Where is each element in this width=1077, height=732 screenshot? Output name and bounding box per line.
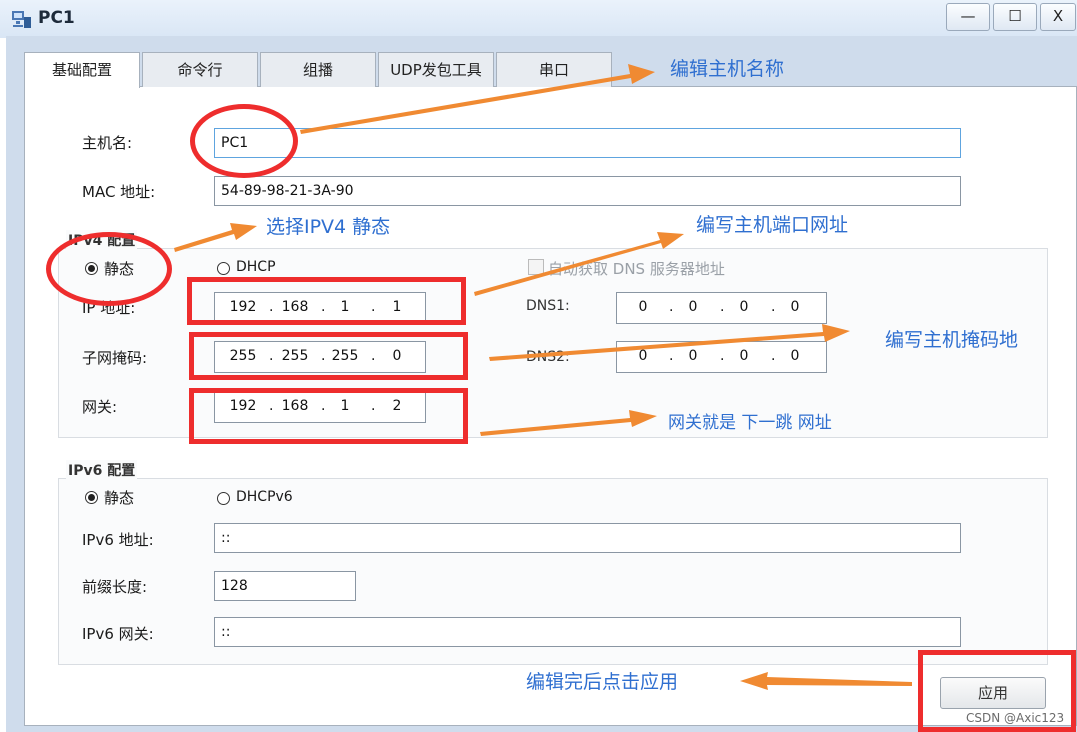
- arrow-static: [174, 223, 257, 252]
- tab-basic-config[interactable]: 基础配置: [24, 52, 140, 88]
- annotation-write-ip: 编写主机端口网址: [696, 214, 849, 236]
- annotation-select-static: 选择IPV4 静态: [266, 216, 391, 238]
- arrow-apply: [740, 672, 912, 690]
- arrow-hostname: [300, 64, 655, 134]
- arrow-mask: [489, 324, 850, 361]
- annotation-edit-hostname: 编辑主机名称: [670, 58, 785, 80]
- annotation-apply-note: 编辑完后点击应用: [526, 671, 679, 693]
- arrow-gateway: [480, 410, 657, 436]
- annotation-gateway-note: 网关就是 下一跳 网址: [668, 413, 832, 433]
- arrow-ip: [474, 232, 684, 296]
- annotation-write-mask: 编写主机掩码地: [885, 329, 1019, 351]
- annotation-arrows: [174, 64, 912, 690]
